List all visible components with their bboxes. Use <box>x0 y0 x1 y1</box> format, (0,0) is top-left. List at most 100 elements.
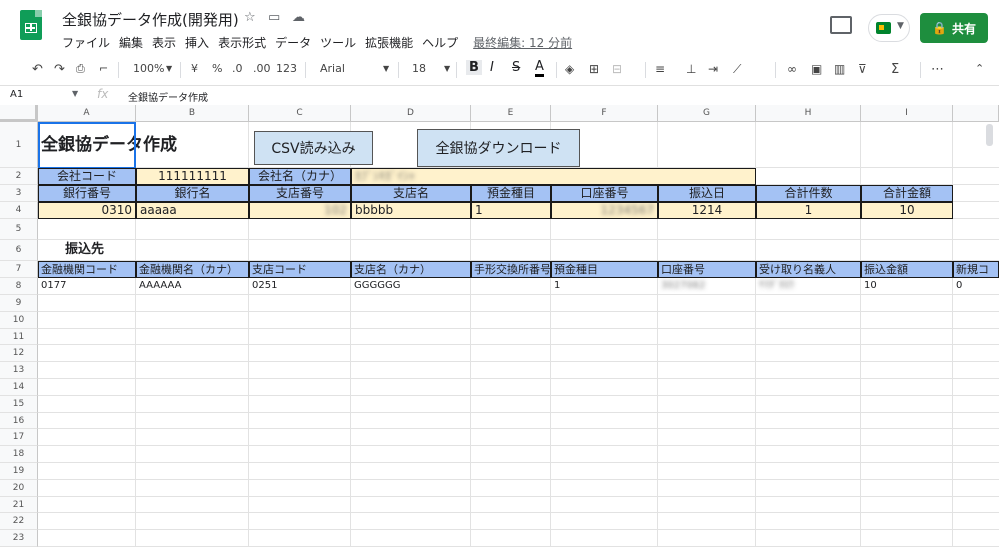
undo-icon[interactable]: ↶ <box>32 62 43 77</box>
move-folder-icon[interactable]: ▭ <box>268 10 280 25</box>
row-header-13[interactable]: 13 <box>0 362 38 379</box>
menu-data[interactable]: データ <box>275 34 311 51</box>
row-header-19[interactable]: 19 <box>0 463 38 480</box>
data-cell[interactable]: 1 <box>471 202 551 219</box>
star-icon[interactable]: ☆ <box>244 10 256 25</box>
data-cell[interactable]: 102 <box>249 202 351 219</box>
row-header-8[interactable]: 8 <box>0 278 38 295</box>
horizontal-align-icon[interactable]: ≡ <box>655 62 665 76</box>
column-header-e[interactable]: E <box>471 105 551 122</box>
row-header-2[interactable]: 2 <box>0 168 38 185</box>
fill-color-icon[interactable]: ◈ <box>565 62 574 76</box>
vertical-align-icon[interactable]: ⊥ <box>686 62 696 76</box>
column-header-g[interactable]: G <box>658 105 756 122</box>
share-button[interactable]: 🔒 共有 <box>920 13 988 43</box>
column-header-c[interactable]: C <box>249 105 351 122</box>
column-header-f[interactable]: F <box>551 105 658 122</box>
company-code-value[interactable]: 111111111 <box>136 168 249 185</box>
insert-link-icon[interactable]: ∞ <box>787 62 797 76</box>
row-header-6[interactable]: 6 <box>0 240 38 261</box>
transfer-data-cell[interactable]: 10 <box>861 278 953 295</box>
italic-button[interactable]: I <box>490 60 494 75</box>
row-header-17[interactable]: 17 <box>0 429 38 447</box>
menu-edit[interactable]: 編集 <box>119 34 143 51</box>
filter-icon[interactable]: ⊽ <box>858 62 867 76</box>
data-cell[interactable]: 1234567 <box>551 202 658 219</box>
menu-format[interactable]: 表示形式 <box>218 34 266 51</box>
transfer-data-cell[interactable]: 3027062 <box>658 278 756 295</box>
transfer-data-cell[interactable]: 1 <box>551 278 658 295</box>
data-cell[interactable]: 10 <box>861 202 953 219</box>
zoom-select[interactable]: 100% <box>133 62 164 75</box>
increase-decimal-button[interactable]: .00 <box>253 62 271 75</box>
column-header-b[interactable]: B <box>136 105 249 122</box>
document-title[interactable]: 全銀協データ作成(開発用) <box>62 9 239 30</box>
insert-chart-icon[interactable]: ▥ <box>834 62 845 76</box>
column-header-j[interactable] <box>953 105 999 122</box>
functions-button[interactable]: Σ <box>891 62 899 77</box>
collapse-menu-icon[interactable]: ⌃ <box>975 62 984 75</box>
data-cell[interactable]: 0310 <box>38 202 136 219</box>
menu-help[interactable]: ヘルプ <box>422 34 458 51</box>
csv-import-button[interactable]: CSV読み込み <box>254 131 373 165</box>
decrease-decimal-button[interactable]: .0 <box>232 62 243 75</box>
formula-input[interactable]: 全銀協データ作成 <box>128 89 208 104</box>
data-cell[interactable]: 1 <box>756 202 861 219</box>
row-header-10[interactable]: 10 <box>0 311 38 329</box>
column-header-a[interactable]: A <box>38 105 136 122</box>
row-header-18[interactable]: 18 <box>0 446 38 463</box>
font-select[interactable]: Arial <box>320 62 345 75</box>
row-header-5[interactable]: 5 <box>0 219 38 240</box>
name-box[interactable]: A1 <box>10 89 23 100</box>
menu-file[interactable]: ファイル <box>62 34 110 51</box>
percent-button[interactable]: % <box>212 62 222 75</box>
text-rotate-icon[interactable]: ⟋ <box>733 62 741 77</box>
zengin-download-button[interactable]: 全銀協ダウンロード <box>417 129 580 167</box>
strikethrough-button[interactable]: S <box>512 60 520 75</box>
transfer-data-cell[interactable]: AAAAAA <box>136 278 249 295</box>
transfer-data-cell[interactable]: 0 <box>953 278 999 295</box>
row-header-23[interactable]: 23 <box>0 530 38 547</box>
row-header-11[interactable]: 11 <box>0 328 38 346</box>
menu-view[interactable]: 表示 <box>152 34 176 51</box>
insert-comment-icon[interactable]: ▣ <box>811 62 822 76</box>
print-icon[interactable]: ⎙ <box>76 62 85 76</box>
menu-extensions[interactable]: 拡張機能 <box>365 34 413 51</box>
row-header-15[interactable]: 15 <box>0 395 38 413</box>
column-header-i[interactable]: I <box>861 105 953 122</box>
text-color-button[interactable]: A <box>535 60 544 77</box>
row-header-21[interactable]: 21 <box>0 496 38 514</box>
select-all-corner[interactable] <box>0 105 38 122</box>
data-cell[interactable]: aaaaa <box>136 202 249 219</box>
row-header-22[interactable]: 22 <box>0 513 38 531</box>
menu-tools[interactable]: ツール <box>320 34 356 51</box>
borders-icon[interactable]: ⊞ <box>589 62 599 76</box>
menu-insert[interactable]: 挿入 <box>185 34 209 51</box>
comment-history-icon[interactable] <box>830 16 852 34</box>
row-header-7[interactable]: 7 <box>0 261 38 278</box>
text-wrap-icon[interactable]: ⇥ <box>708 62 718 76</box>
row-header-1[interactable]: 1 <box>0 122 38 168</box>
row-header-9[interactable]: 9 <box>0 295 38 312</box>
row-header-12[interactable]: 12 <box>0 345 38 363</box>
data-cell[interactable]: bbbbb <box>351 202 471 219</box>
redo-icon[interactable]: ↷ <box>54 62 65 77</box>
company-name-value[interactable]: ｶﾌﾞｼｷｶﾞｲｼｬ <box>351 168 756 185</box>
row-header-16[interactable]: 16 <box>0 412 38 430</box>
last-edit-link[interactable]: 最終編集: 12 分前 <box>473 34 572 51</box>
row-header-20[interactable]: 20 <box>0 479 38 497</box>
meet-button[interactable]: ▼ <box>868 14 910 42</box>
vertical-scrollbar[interactable] <box>986 124 993 146</box>
row-header-3[interactable]: 3 <box>0 185 38 202</box>
cloud-status-icon[interactable]: ☁ <box>292 10 305 25</box>
currency-button[interactable]: ¥ <box>191 62 198 75</box>
number-format-select[interactable]: 123 <box>276 62 297 75</box>
font-size-select[interactable]: 18 <box>412 62 426 75</box>
data-cell[interactable]: 1214 <box>658 202 756 219</box>
row-header-4[interactable]: 4 <box>0 202 38 219</box>
transfer-data-cell[interactable]: GGGGGG <box>351 278 471 295</box>
column-header-h[interactable]: H <box>756 105 861 122</box>
more-options-button[interactable]: ⋯ <box>931 62 944 77</box>
paint-format-icon[interactable]: ⌐ <box>99 62 108 75</box>
transfer-data-cell[interactable]: ﾔﾏﾀﾞﾀﾛｳ <box>756 278 861 295</box>
